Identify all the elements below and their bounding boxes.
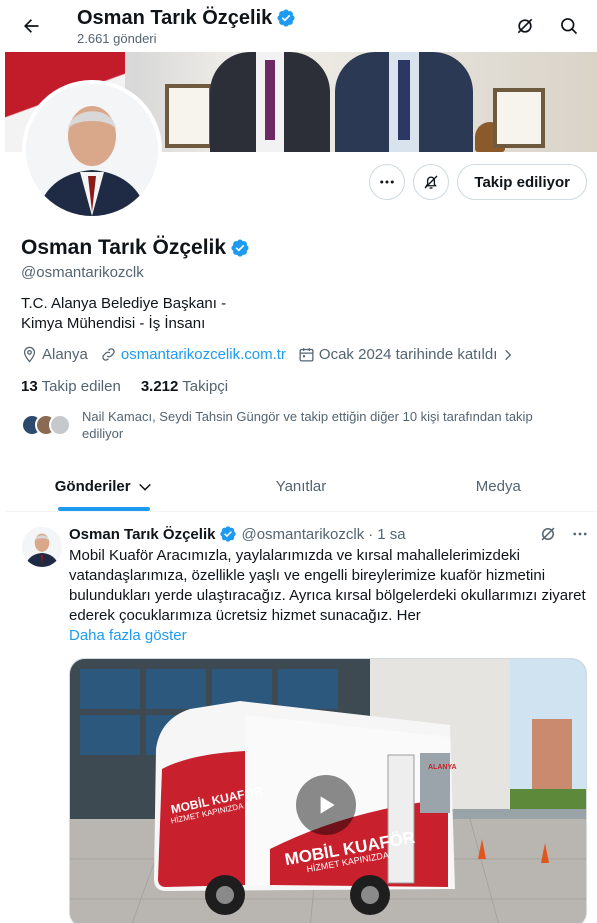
grok-icon[interactable] [539, 525, 557, 543]
tweet[interactable]: Osman Tarık Özçelik @osmantarikozclk · 1… [5, 513, 597, 923]
tab-label: Gönderiler [54, 478, 131, 495]
location-text: Alanya [42, 346, 88, 363]
more-options-button[interactable] [369, 164, 406, 200]
calendar-icon [299, 348, 314, 362]
tab-media[interactable]: Medya [400, 462, 597, 511]
header-title: Osman Tarık Özçelik [77, 6, 273, 29]
mutual-followers-text: Nail Kamacı, Seydi Tahsin Güngör ve taki… [82, 409, 533, 441]
tab-label: Medya [475, 478, 521, 495]
tab-replies[interactable]: Yanıtlar [202, 462, 399, 511]
followers-label: Takipçi [182, 378, 229, 395]
show-more-link[interactable]: Daha fazla göster [69, 627, 187, 644]
tweet-author-name[interactable]: Osman Tarık Özçelik [69, 526, 215, 543]
tweet-author-handle[interactable]: @osmantarikozclk [241, 526, 364, 543]
bio-line: Kimya Mühendisi - İş İnsanı [21, 315, 206, 332]
location-item: Alanya [21, 346, 88, 363]
website-item: osmantarikozcelik.com.tr [100, 346, 286, 363]
joined-text: Ocak 2024 tarihinde katıldı [318, 346, 498, 363]
banner-frame-left [165, 84, 213, 148]
bell-slash-icon [424, 175, 438, 189]
back-button[interactable] [13, 8, 49, 44]
play-icon [320, 796, 335, 814]
banner-person-right [335, 52, 473, 152]
following-label: Takip edilen [41, 378, 121, 395]
search-button[interactable] [551, 8, 587, 44]
tweet-separator: · [368, 525, 374, 543]
tab-posts[interactable]: Gönderiler [5, 462, 202, 511]
profile-handle: @osmantarikozclk [21, 264, 144, 281]
banner-person-left [210, 52, 330, 152]
website-link[interactable]: osmantarikozcelik.com.tr [121, 346, 286, 363]
followers-count: 3.212 [140, 378, 179, 395]
tweet-avatar[interactable] [22, 527, 62, 567]
more-horizontal-icon[interactable] [571, 525, 589, 543]
joined-item[interactable]: Ocak 2024 tarihinde katıldı [298, 346, 515, 363]
location-pin-icon [23, 346, 36, 363]
mutual-followers[interactable]: Nail Kamacı, Seydi Tahsin Güngör ve taki… [21, 408, 561, 442]
post-count: 2.661 gönderi [77, 30, 157, 46]
chevron-right-icon [505, 349, 512, 360]
mutual-avatar [49, 414, 71, 436]
search-icon [561, 18, 578, 35]
trailer-city: ALANYA [428, 764, 457, 771]
profile-bio: T.C. Alanya Belediye Başkanı - Kimya Müh… [21, 294, 226, 334]
tweet-text: Mobil Kuaför Aracımızla, yaylalarımızda … [69, 547, 586, 624]
followers-link[interactable]: 3.212 Takipçi [141, 378, 228, 395]
notifications-button[interactable] [413, 164, 450, 200]
more-horizontal-icon [380, 180, 395, 184]
profile-name: Osman Tarık Özçelik [21, 236, 227, 259]
banner-frame-right [493, 88, 545, 148]
verified-badge-icon [220, 526, 237, 542]
tweet-video[interactable]: MOBİL KUAFÖR HİZMET KAPINIZDA MOBİL KUAF… [69, 658, 587, 923]
tab-label: Yanıtlar [275, 478, 327, 495]
profile-avatar[interactable] [22, 80, 162, 220]
tweet-time[interactable]: 1 sa [377, 526, 405, 543]
following-count: 13 [21, 378, 38, 395]
grok-button[interactable] [507, 8, 543, 44]
grok-icon [517, 18, 533, 34]
verified-badge-icon [231, 239, 249, 257]
chevron-down-icon [138, 483, 151, 491]
profile-tabs: Gönderiler Yanıtlar Medya [5, 462, 597, 512]
bio-line: T.C. Alanya Belediye Başkanı - [21, 295, 227, 312]
verified-badge-icon [277, 9, 295, 27]
arrow-left-icon [24, 19, 39, 33]
following-button[interactable]: Takip ediliyor [457, 164, 587, 200]
play-button[interactable] [296, 775, 356, 835]
top-bar: Osman Tarık Özçelik 2.661 gönderi [0, 0, 597, 52]
following-link[interactable]: 13 Takip edilen [21, 378, 121, 395]
link-icon [102, 348, 115, 361]
